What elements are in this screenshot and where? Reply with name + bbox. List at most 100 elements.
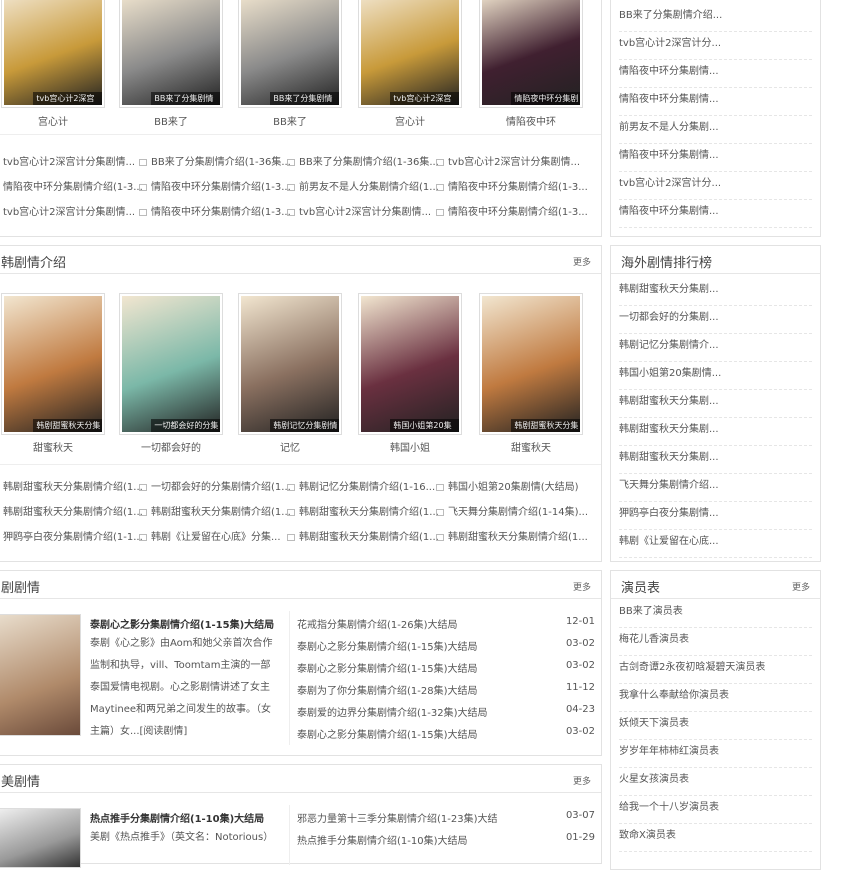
- sidebar-item[interactable]: 韩剧甜蜜秋天分集剧...: [619, 390, 812, 418]
- poster-name[interactable]: 情陷夜中环: [479, 113, 583, 128]
- sidebar-item[interactable]: 韩剧甜蜜秋天分集剧...: [619, 446, 812, 474]
- sidebar-item[interactable]: 情陷夜中环分集剧情...: [619, 88, 812, 116]
- poster-name[interactable]: BB来了: [238, 113, 342, 128]
- sidebar-item[interactable]: 韩剧甜蜜秋天分集剧...: [619, 278, 812, 306]
- divider: [289, 805, 290, 865]
- link-text: 韩剧甜蜜秋天分集剧情介绍(1...: [3, 507, 143, 518]
- poster-thumb[interactable]: 韩国小姐第20集: [358, 293, 462, 435]
- poster-caption: BB来了分集剧情: [151, 92, 220, 105]
- list-link[interactable]: 情陷夜中环分集剧情介绍(1-3...: [436, 178, 588, 193]
- poster-name[interactable]: 记忆: [238, 439, 342, 454]
- sidebar-item[interactable]: 致命X演员表: [619, 824, 812, 852]
- poster-thumb[interactable]: BB来了分集剧情: [238, 0, 342, 108]
- list-link[interactable]: tvb宫心计2深宫计分集剧情...: [3, 203, 135, 218]
- link-text: 情陷夜中环分集剧情介绍(1-3...: [151, 182, 291, 193]
- news-date: 01-29: [565, 832, 595, 843]
- news-row[interactable]: 泰剧心之影分集剧情介绍(1-15集)大结局 03-02: [297, 660, 595, 675]
- sidebar-item[interactable]: 韩国小姐第20集剧情...: [619, 362, 812, 390]
- list-link[interactable]: tvb宫心计2深宫计分集剧情...: [436, 153, 580, 168]
- list-link[interactable]: 前男友不是人分集剧情介绍(1...: [287, 178, 439, 193]
- sidebar-item[interactable]: 飞天舞分集剧情介绍...: [619, 474, 812, 502]
- section-title: 剧剧情: [1, 581, 41, 596]
- sidebar-item[interactable]: 我拿什么奉献给你演员表: [619, 684, 812, 712]
- sidebar-item[interactable]: 韩剧甜蜜秋天分集剧...: [619, 418, 812, 446]
- list-link[interactable]: BB来了分集剧情介绍(1-36集...: [139, 153, 291, 168]
- poster-thumb[interactable]: BB来了分集剧情: [119, 0, 223, 108]
- sidebar-item[interactable]: 韩剧记忆分集剧情介...: [619, 334, 812, 362]
- news-row[interactable]: 花戒指分集剧情介绍(1-26集)大结局 12-01: [297, 616, 595, 631]
- list-link[interactable]: 韩剧《让爱留在心底》分集...: [139, 528, 281, 543]
- list-link[interactable]: 飞天舞分集剧情介绍(1-14集)...: [436, 503, 588, 518]
- poster-thumb[interactable]: 一切都会好的分集: [119, 293, 223, 435]
- poster-name[interactable]: 韩国小姐: [358, 439, 462, 454]
- sidebar-item[interactable]: 古剑奇谭2永夜初晗凝碧天演员表: [619, 656, 812, 684]
- news-row[interactable]: 邪恶力量第十三季分集剧情介绍(1-23集)大结 03-07: [297, 810, 595, 825]
- sidebar-item[interactable]: 前男友不是人分集剧...: [619, 116, 812, 144]
- poster-thumb[interactable]: 韩剧甜蜜秋天分集: [1, 293, 105, 435]
- poster-thumb[interactable]: tvb宫心计2深宫: [358, 0, 462, 108]
- news-row[interactable]: 热点推手分集剧情介绍(1-10集)大结局 01-29: [297, 832, 595, 847]
- news-row[interactable]: 泰剧心之影分集剧情介绍(1-15集)大结局 03-02: [297, 726, 595, 741]
- sidebar-item[interactable]: 梅花儿香演员表: [619, 628, 812, 656]
- sidebar-item[interactable]: BB来了演员表: [619, 600, 812, 628]
- sidebar-item[interactable]: BB来了分集剧情介绍...: [619, 4, 812, 32]
- sidebar-item[interactable]: 妖倾天下演员表: [619, 712, 812, 740]
- more-link[interactable]: 更多: [792, 580, 810, 593]
- sidebar-item[interactable]: 给我一个十八岁演员表: [619, 796, 812, 824]
- poster-name[interactable]: 甜蜜秋天: [1, 439, 105, 454]
- sidebar-item[interactable]: tvb宫心计2深宫计分...: [619, 172, 812, 200]
- sidebar-item[interactable]: 情陷夜中环分集剧情...: [619, 144, 812, 172]
- news-row[interactable]: 泰剧为了你分集剧情介绍(1-28集)大结局 11-12: [297, 682, 595, 697]
- list-link[interactable]: 韩剧甜蜜秋天分集剧情介绍(1...: [287, 528, 439, 543]
- list-link[interactable]: 韩剧甜蜜秋天分集剧情介绍(1...: [3, 503, 143, 518]
- poster-name[interactable]: 甜蜜秋天: [479, 439, 583, 454]
- section-title: 韩剧情介绍: [1, 256, 67, 271]
- list-link[interactable]: tvb宫心计2深宫计分集剧情...: [287, 203, 431, 218]
- news-date: 03-07: [565, 810, 595, 821]
- sidebar-overseas-ranking: 海外剧情排行榜 韩剧甜蜜秋天分集剧... 一切都会好的分集剧... 韩剧记忆分集剧情…: [610, 245, 821, 562]
- poster-thumb[interactable]: 情陷夜中环分集剧: [479, 0, 583, 108]
- list-link[interactable]: 情陷夜中环分集剧情介绍(1-3...: [139, 203, 291, 218]
- list-link[interactable]: 韩剧记忆分集剧情介绍(1-16...: [287, 478, 435, 493]
- list-link[interactable]: BB来了分集剧情介绍(1-36集...: [287, 153, 439, 168]
- list-link[interactable]: 情陷夜中环分集剧情介绍(1-3...: [3, 178, 143, 193]
- poster-name[interactable]: 宫心计: [358, 113, 462, 128]
- link-text: 韩国小姐第20集剧情(大结局): [448, 482, 579, 493]
- list-link[interactable]: 狎鸥亭白夜分集剧情介绍(1-1...: [3, 528, 143, 543]
- sidebar-item[interactable]: 情陷夜中环分集剧情...: [619, 200, 812, 228]
- list-link[interactable]: tvb宫心计2深宫计分集剧情...: [3, 153, 135, 168]
- more-link[interactable]: 更多: [573, 580, 591, 593]
- divider: [0, 464, 601, 465]
- list-link[interactable]: 韩剧甜蜜秋天分集剧情介绍(1...: [287, 503, 439, 518]
- feature-poster[interactable]: [0, 808, 81, 868]
- sidebar-item[interactable]: tvb宫心计2深宫计分...: [619, 32, 812, 60]
- list-link[interactable]: 韩剧甜蜜秋天分集剧情介绍(1...: [436, 528, 588, 543]
- more-link[interactable]: 更多: [573, 255, 591, 268]
- more-link[interactable]: 更多: [573, 774, 591, 787]
- list-link[interactable]: 情陷夜中环分集剧情介绍(1-3...: [139, 178, 291, 193]
- poster-thumb[interactable]: 韩剧记忆分集剧情: [238, 293, 342, 435]
- feature-title[interactable]: 泰剧心之影分集剧情介绍(1-15集)大结局: [90, 616, 274, 631]
- list-link[interactable]: 情陷夜中环分集剧情介绍(1-3...: [436, 203, 588, 218]
- poster-image: 一切都会好的分集: [122, 296, 220, 432]
- sidebar-item[interactable]: 情陷夜中环分集剧情...: [619, 60, 812, 88]
- list-link[interactable]: 韩国小姐第20集剧情(大结局): [436, 478, 579, 493]
- list-link[interactable]: 一切都会好的分集剧情介绍(1...: [139, 478, 291, 493]
- sidebar-item[interactable]: 狎鸥亭白夜分集剧情...: [619, 502, 812, 530]
- sidebar-item[interactable]: 韩剧《让爱留在心底...: [619, 530, 812, 558]
- sidebar-item[interactable]: 火星女孩演员表: [619, 768, 812, 796]
- news-title: 泰剧爱的边界分集剧情介绍(1-32集)大结局: [297, 708, 488, 719]
- news-row[interactable]: 泰剧爱的边界分集剧情介绍(1-32集)大结局 04-23: [297, 704, 595, 719]
- poster-name[interactable]: 一切都会好的: [119, 439, 223, 454]
- poster-name[interactable]: BB来了: [119, 113, 223, 128]
- news-row[interactable]: 泰剧心之影分集剧情介绍(1-15集)大结局 03-02: [297, 638, 595, 653]
- poster-name[interactable]: 宫心计: [1, 113, 105, 128]
- feature-poster[interactable]: [0, 614, 81, 736]
- poster-thumb[interactable]: 韩剧甜蜜秋天分集: [479, 293, 583, 435]
- list-link[interactable]: 韩剧甜蜜秋天分集剧情介绍(1...: [139, 503, 291, 518]
- feature-title[interactable]: 热点推手分集剧情介绍(1-10集)大结局: [90, 810, 264, 825]
- list-link[interactable]: 韩剧甜蜜秋天分集剧情介绍(1...: [3, 478, 143, 493]
- sidebar-item[interactable]: 岁岁年年柿柿红演员表: [619, 740, 812, 768]
- poster-thumb[interactable]: tvb宫心计2深宫: [1, 0, 105, 108]
- sidebar-item[interactable]: 一切都会好的分集剧...: [619, 306, 812, 334]
